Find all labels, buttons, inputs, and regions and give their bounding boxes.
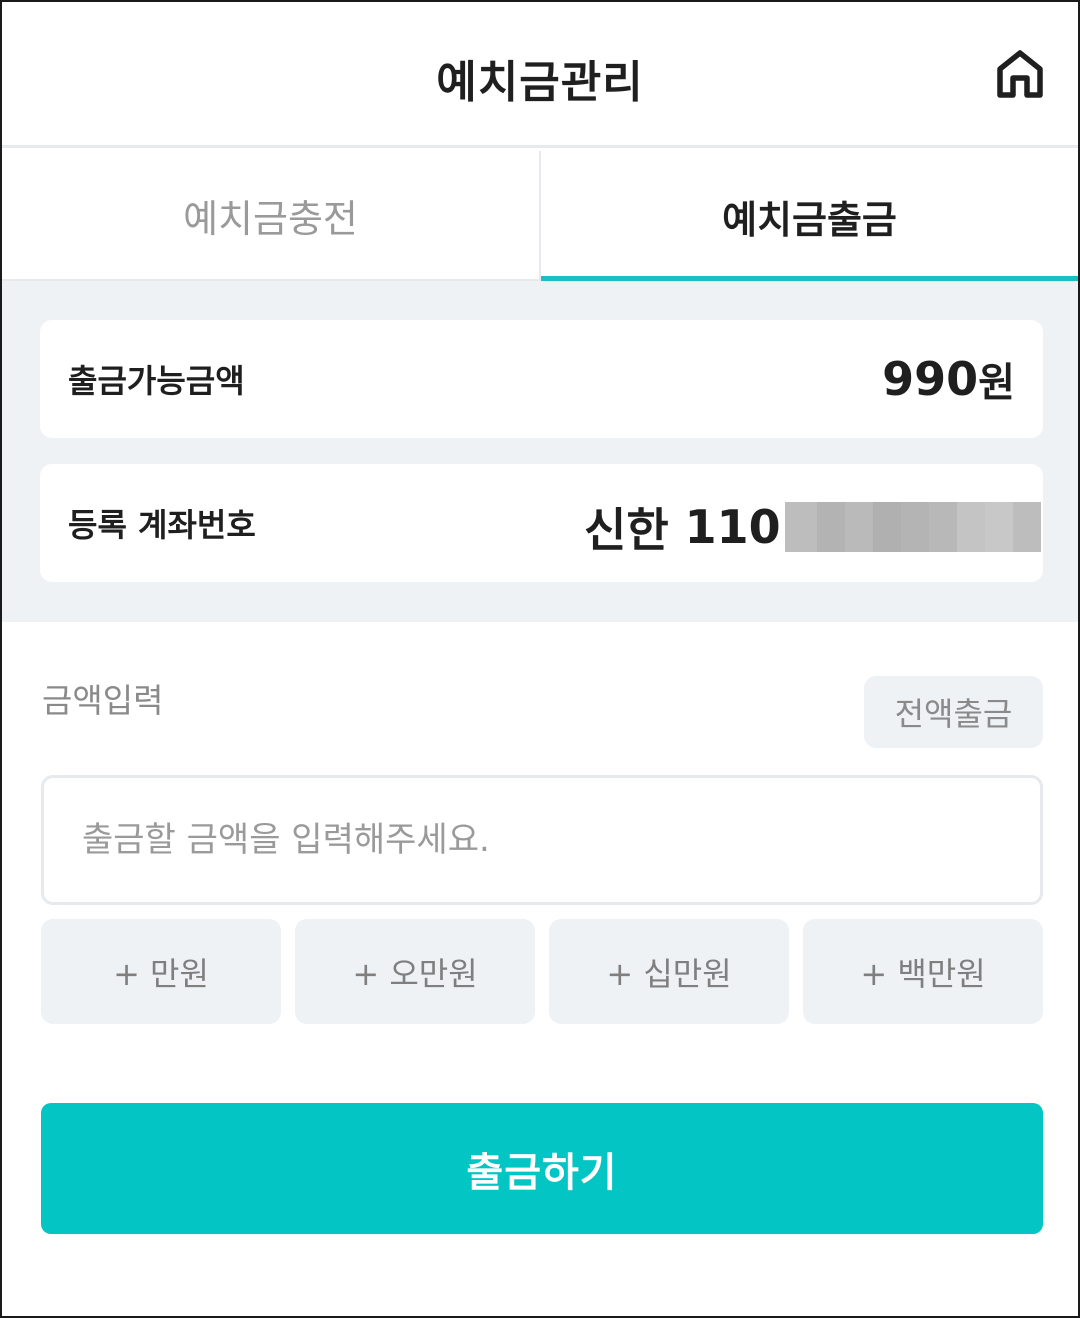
account-label: 등록 계좌번호 [68,506,256,544]
add-50000-button[interactable]: + 오만원 [295,919,535,1024]
available-amount-label: 출금가능금액 [68,362,245,400]
tab-bar: 예치금충전 예치금출금 [2,151,1078,281]
home-button[interactable] [990,44,1050,104]
tab-deposit-charge[interactable]: 예치금충전 [2,151,541,281]
withdraw-submit-button[interactable]: 출금하기 [41,1103,1043,1234]
quick-amount-buttons: + 만원 + 오만원 + 십만원 + 백만원 [41,919,1043,1024]
masked-account-digits [784,502,1041,552]
account-prefix: 110 [684,500,781,554]
account-card: 등록 계좌번호 신한 110 [40,464,1043,582]
info-panel: 출금가능금액 990 원 등록 계좌번호 신한 110 [2,281,1078,622]
header: 예치금관리 [2,2,1078,148]
available-amount-number: 990 [882,352,979,406]
page-title: 예치금관리 [436,57,644,108]
add-1000000-button[interactable]: + 백만원 [803,919,1043,1024]
amount-input-label: 금액입력 [42,681,164,720]
add-100000-button[interactable]: + 십만원 [549,919,789,1024]
available-amount-card: 출금가능금액 990 원 [40,320,1043,438]
account-number: 신한 110 [584,494,1041,560]
add-10000-button[interactable]: + 만원 [41,919,281,1024]
available-amount-unit: 원 [978,360,1015,406]
app-frame: 예치금관리 예치금충전 예치금출금 출금가능금액 990 원 등록 계좌번호 신한… [0,0,1080,1318]
tab-deposit-withdraw[interactable]: 예치금출금 [541,151,1078,281]
home-icon [997,50,1043,98]
amount-input[interactable] [41,775,1043,905]
account-bank: 신한 [584,503,669,557]
available-amount-value: 990 원 [882,350,1015,408]
full-withdraw-button[interactable]: 전액출금 [864,676,1043,748]
